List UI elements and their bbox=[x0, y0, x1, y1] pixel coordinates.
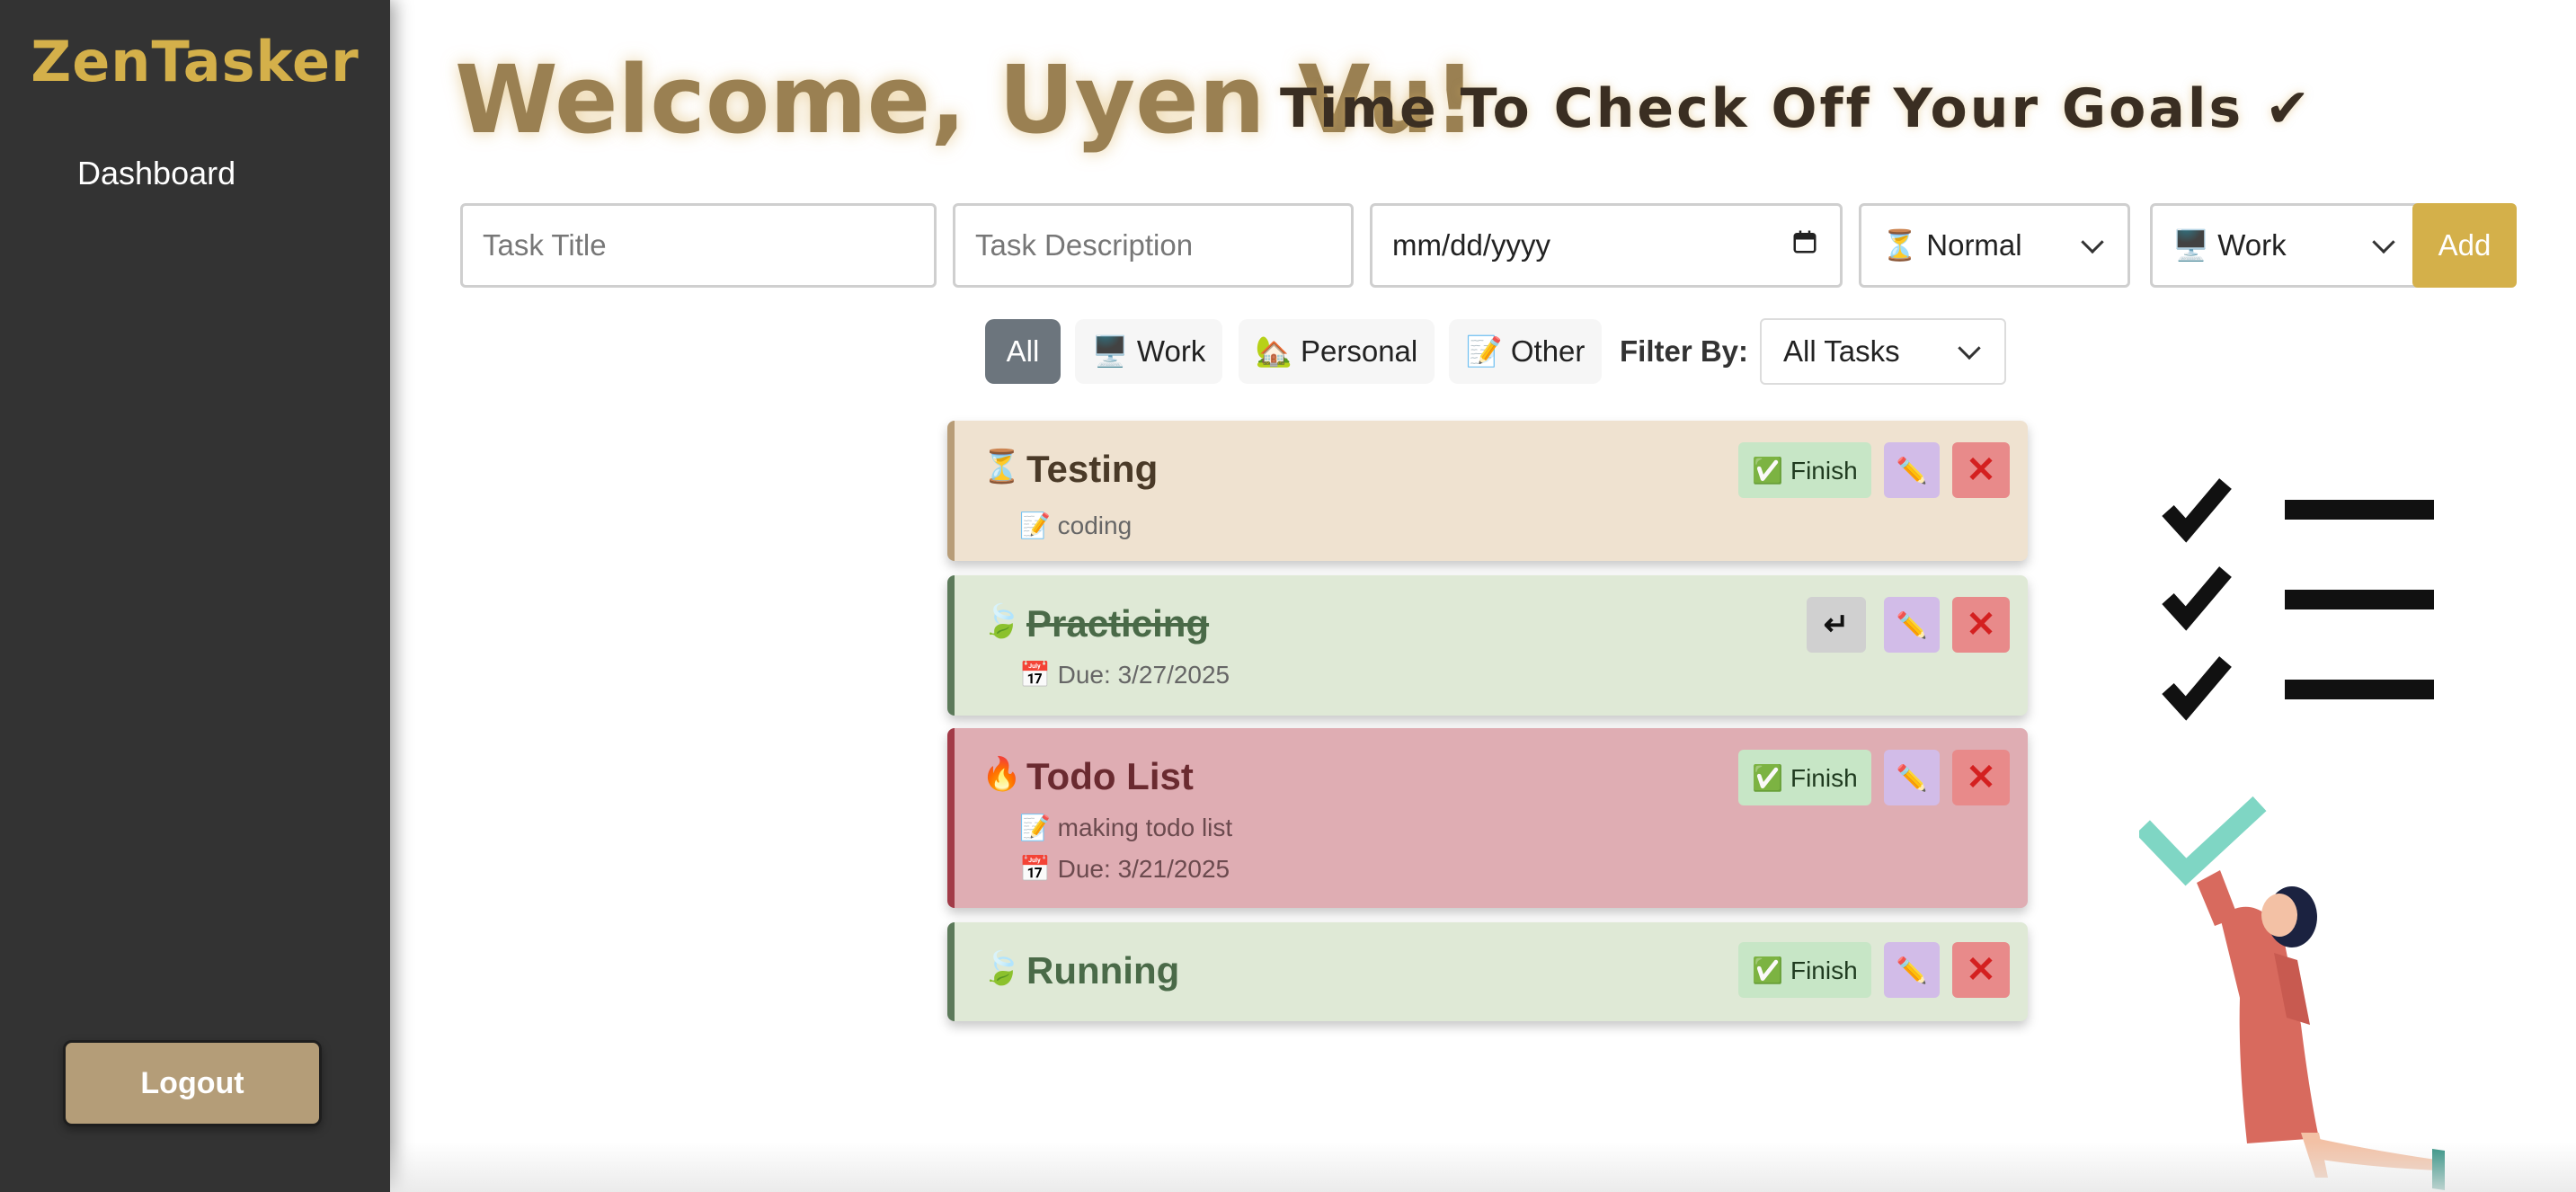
filter-chip-all[interactable]: All bbox=[985, 319, 1061, 384]
pencil-icon[interactable]: ✏️ bbox=[1884, 750, 1940, 805]
task-description-input[interactable]: Task Description bbox=[953, 203, 1354, 288]
task-due-date: 📅 Due: 3/21/2025 bbox=[1019, 855, 1230, 883]
checklist-icon bbox=[2162, 478, 2434, 721]
leaf-icon: 🍃 bbox=[982, 949, 1022, 986]
filter-chip-other[interactable]: 📝 Other bbox=[1449, 319, 1602, 384]
task-description-placeholder: Task Description bbox=[975, 228, 1194, 262]
brand-logo: ZenTasker bbox=[31, 29, 360, 94]
chevron-down-icon bbox=[2081, 230, 2104, 254]
task-title-input[interactable]: Task Title bbox=[460, 203, 937, 288]
logout-button[interactable]: Logout bbox=[63, 1040, 322, 1126]
category-select[interactable]: 🖥️ Work bbox=[2150, 203, 2421, 288]
task-card: 🍃 Practicing 📅 Due: 3/27/2025 ↵ ✏️ ✕ bbox=[947, 575, 2028, 716]
task-title-placeholder: Task Title bbox=[483, 228, 607, 262]
task-description: 📝 coding bbox=[1019, 511, 1133, 539]
checklist-illustration bbox=[2139, 478, 2445, 1190]
delete-icon[interactable]: ✕ bbox=[1952, 942, 2010, 998]
tagline: Time To Check Off Your Goals ✔ bbox=[1280, 77, 2314, 140]
chevron-down-icon bbox=[1958, 336, 1981, 360]
task-title: Practicing bbox=[1026, 602, 1210, 645]
bottom-fade bbox=[390, 1142, 2576, 1192]
priority-value: ⏳ Normal bbox=[1881, 227, 2022, 262]
add-task-button[interactable]: Add bbox=[2412, 203, 2517, 288]
task-card: ⏳ Testing 📝 coding ✅ Finish ✏️ ✕ bbox=[947, 421, 2028, 561]
task-title: Todo List bbox=[1026, 755, 1194, 797]
calendar-icon[interactable] bbox=[1791, 228, 1818, 262]
chevron-down-icon bbox=[2372, 230, 2395, 254]
filter-chip-work[interactable]: 🖥️ Work bbox=[1075, 319, 1222, 384]
task-card: 🔥 Todo List 📝 making todo list 📅 Due: 3/… bbox=[947, 728, 2028, 908]
category-value: 🖥️ Work bbox=[2172, 227, 2287, 262]
finish-button[interactable]: ✅ Finish bbox=[1738, 442, 1871, 498]
finish-button[interactable]: ✅ Finish bbox=[1738, 750, 1871, 805]
pencil-icon[interactable]: ✏️ bbox=[1884, 597, 1940, 653]
delete-icon[interactable]: ✕ bbox=[1952, 750, 2010, 805]
priority-select[interactable]: ⏳ Normal bbox=[1859, 203, 2130, 288]
pencil-icon[interactable]: ✏️ bbox=[1884, 942, 1940, 998]
undo-icon[interactable]: ↵ bbox=[1807, 597, 1866, 653]
pencil-icon[interactable]: ✏️ bbox=[1884, 442, 1940, 498]
filter-chip-personal[interactable]: 🏡 Personal bbox=[1239, 319, 1435, 384]
task-title: Running bbox=[1026, 949, 1180, 992]
task-title: Testing bbox=[1026, 448, 1159, 490]
leaf-icon: 🍃 bbox=[982, 602, 1022, 639]
due-date-input[interactable]: mm/dd/yyyy bbox=[1370, 203, 1843, 288]
delete-icon[interactable]: ✕ bbox=[1952, 597, 2010, 653]
fire-icon: 🔥 bbox=[982, 755, 1022, 792]
status-filter-select[interactable]: All Tasks bbox=[1760, 318, 2006, 385]
finish-button[interactable]: ✅ Finish bbox=[1738, 942, 1871, 998]
sidebar-item-dashboard[interactable]: Dashboard bbox=[77, 155, 235, 192]
sidebar: ZenTasker Dashboard Logout bbox=[0, 0, 390, 1192]
status-filter-value: All Tasks bbox=[1783, 334, 1900, 368]
task-due-date: 📅 Due: 3/27/2025 bbox=[1019, 661, 1230, 689]
delete-icon[interactable]: ✕ bbox=[1952, 442, 2010, 498]
hourglass-icon: ⏳ bbox=[982, 448, 1022, 485]
person-illustration bbox=[2139, 796, 2445, 1190]
task-card: 🍃 Running ✅ Finish ✏️ ✕ bbox=[947, 922, 2028, 1021]
task-description: 📝 making todo list bbox=[1019, 814, 1233, 841]
filter-label: Filter By: bbox=[1620, 334, 1749, 368]
due-date-placeholder: mm/dd/yyyy bbox=[1392, 228, 1551, 262]
